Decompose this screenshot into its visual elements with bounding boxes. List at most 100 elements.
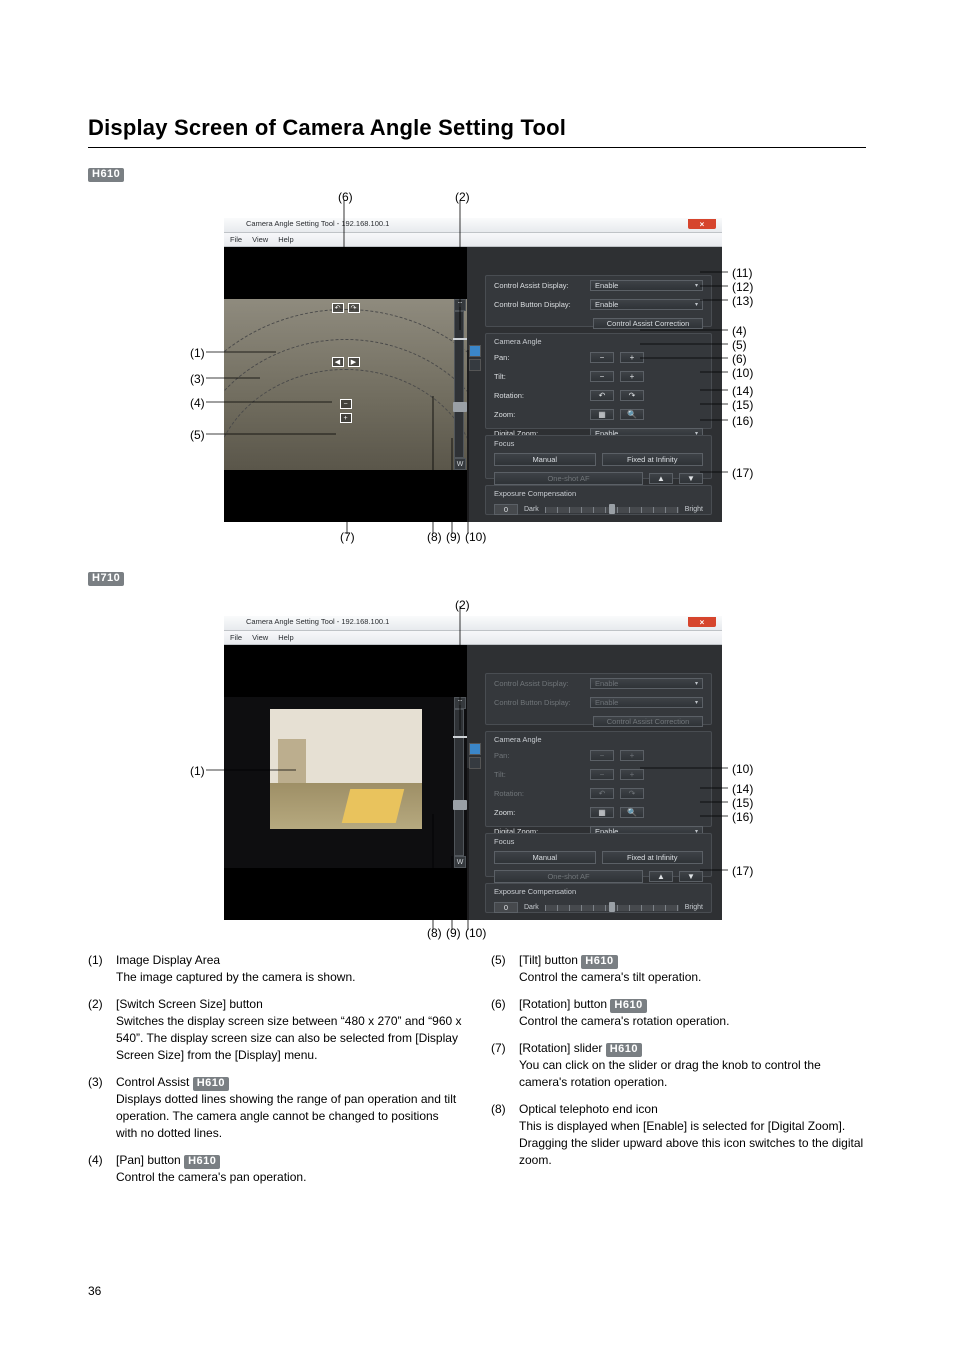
dropdown-control-button-display-h710: Enable▾ [590, 697, 703, 708]
callout-11-right: (11) [732, 266, 752, 280]
zoom-tele-button[interactable]: 🔍 [620, 409, 644, 420]
panel-focus-h710: Focus ManualFixed at Infinity One-shot A… [485, 833, 712, 877]
label-bright-h710: Bright [685, 904, 703, 911]
label-rotation: Rotation: [494, 391, 584, 400]
focus-near-button[interactable]: ▲ [649, 473, 673, 484]
tilt-minus-button[interactable]: − [590, 371, 614, 382]
focus-far-button[interactable]: ▼ [679, 473, 703, 484]
window-close-button-h710[interactable]: × [688, 617, 716, 627]
label-pan-h710: Pan: [494, 751, 584, 760]
tele-icon-h710: T [454, 697, 466, 709]
callout-10-h710: (10) [465, 926, 486, 940]
pan-minus-button-h710: − [590, 750, 614, 761]
menu-view-h710[interactable]: View [252, 633, 268, 642]
tilt-up-button[interactable]: + [340, 413, 352, 423]
wide-icon: W [454, 458, 466, 470]
rotation-left-button-panel[interactable]: ↶ [590, 390, 614, 401]
window-menubar: File View Help [224, 233, 722, 247]
button-one-shot-af[interactable]: One-shot AF [494, 472, 643, 485]
window-close-button[interactable]: × [688, 219, 716, 229]
menu-help[interactable]: Help [278, 235, 293, 244]
desc-item-6: (6)[Rotation] button H610 Control the ca… [491, 996, 866, 1030]
rotation-right-button-panel[interactable]: ↷ [620, 390, 644, 401]
callout-8-bottom: (8) [427, 530, 442, 544]
pan-hud-row: ◀ ▶ [224, 357, 467, 367]
panel-camera-angle: Camera Angle Pan:−+ Tilt:−+ Rotation:↶↷ … [485, 333, 712, 429]
exposure-comp-slider-h710[interactable] [545, 905, 679, 911]
dropdown-control-assist-display[interactable]: Enable▾ [590, 280, 703, 291]
page: Display Screen of Camera Angle Setting T… [0, 0, 954, 1350]
callout-4-left: (4) [190, 396, 205, 410]
zoom-slider-h710[interactable]: T W [454, 709, 464, 856]
button-focus-fixed-infinity[interactable]: Fixed at Infinity [602, 453, 704, 466]
rotation-right-button[interactable]: ↷ [348, 303, 360, 313]
desc-item-7: (7)[Rotation] slider H610 You can click … [491, 1040, 866, 1091]
button-one-shot-af-h710[interactable]: One-shot AF [494, 870, 643, 883]
callout-1-left: (1) [190, 346, 205, 360]
zoom-wide-button[interactable]: ▦ [590, 409, 614, 420]
pan-plus-button[interactable]: + [620, 352, 644, 363]
callout-9-bottom: (9) [446, 530, 461, 544]
pan-left-button[interactable]: ◀ [332, 357, 344, 367]
callout-10r-h710: (10) [732, 762, 753, 776]
callout-2-top: (2) [455, 190, 470, 204]
exposure-comp-value-h710: 0 [494, 902, 518, 913]
label-dark: Dark [524, 506, 539, 513]
menu-view[interactable]: View [252, 235, 268, 244]
side-mini-buttons-h710 [469, 743, 481, 769]
panel-exposure-compensation: Exposure Compensation 0 Dark Bright [485, 485, 712, 515]
pan-right-button[interactable]: ▶ [348, 357, 360, 367]
rotation-hud-row: ↶ ↷ [224, 303, 467, 313]
window-title-h710: Camera Angle Setting Tool - 192.168.100.… [246, 617, 389, 626]
zoom-slider[interactable]: T W [454, 311, 464, 458]
button-focus-manual[interactable]: Manual [494, 453, 596, 466]
wide-icon-h710: W [454, 856, 466, 868]
image-display-area[interactable]: ↶ ↷ ◀ ▶ − + T [224, 247, 467, 522]
button-control-assist-correction[interactable]: Control Assist Correction [593, 318, 703, 329]
button-focus-fixed-infinity-h710[interactable]: Fixed at Infinity [602, 851, 704, 864]
callout-10-right: (10) [732, 366, 753, 380]
menu-file[interactable]: File [230, 235, 242, 244]
image-display-area-h710[interactable]: T W [224, 645, 467, 920]
panel-exposure-compensation-h710: Exposure Compensation 0 Dark Bright [485, 883, 712, 913]
page-number: 36 [88, 1284, 101, 1298]
screenshot-h710: Camera Angle Setting Tool - 192.168.100.… [224, 616, 722, 918]
section-focus-title: Focus [486, 436, 711, 450]
exposure-comp-slider[interactable] [545, 507, 679, 513]
label-control-assist-display-h710: Control Assist Display: [494, 679, 584, 688]
rotation-left-button-h710: ↶ [590, 788, 614, 799]
desc-item-5: (5)[Tilt] button H610 Control the camera… [491, 952, 866, 986]
callout-14-right: (14) [732, 384, 753, 398]
label-tilt: Tilt: [494, 372, 584, 381]
focus-far-button-h710[interactable]: ▼ [679, 871, 703, 882]
section-exposure-comp-title: Exposure Compensation [486, 486, 711, 500]
menu-help-h710[interactable]: Help [278, 633, 293, 642]
dropdown-control-button-display[interactable]: Enable▾ [590, 299, 703, 310]
callout-16-right: (16) [732, 414, 753, 428]
tele-icon: T [454, 299, 466, 311]
window-titlebar-h710: Camera Angle Setting Tool - 192.168.100.… [224, 616, 722, 631]
pan-plus-button-h710: + [620, 750, 644, 761]
section-camera-angle-title: Camera Angle [486, 334, 711, 348]
zoom-slider-knob-h710[interactable] [453, 800, 467, 810]
zoom-wide-button-h710[interactable]: ▦ [590, 807, 614, 818]
desc-item-2: (2)[Switch Screen Size] button Switches … [88, 996, 463, 1064]
switch-screen-size-button-h710[interactable] [469, 743, 481, 755]
tilt-down-button[interactable]: − [340, 399, 352, 409]
side-mini-button-2-h710[interactable] [469, 757, 481, 769]
callout-17-right: (17) [732, 466, 753, 480]
zoom-tele-button-h710[interactable]: 🔍 [620, 807, 644, 818]
side-mini-button-2[interactable] [469, 359, 481, 371]
window-title: Camera Angle Setting Tool - 192.168.100.… [246, 219, 389, 228]
button-focus-manual-h710[interactable]: Manual [494, 851, 596, 864]
switch-screen-size-button[interactable] [469, 345, 481, 357]
description-columns: (1)Image Display Area The image captured… [88, 952, 866, 1196]
rotation-left-button[interactable]: ↶ [332, 303, 344, 313]
dropdown-control-assist-display-h710: Enable▾ [590, 678, 703, 689]
zoom-slider-knob[interactable] [453, 402, 467, 412]
tilt-plus-button[interactable]: + [620, 371, 644, 382]
desc-right-col: (5)[Tilt] button H610 Control the camera… [491, 952, 866, 1196]
pan-minus-button[interactable]: − [590, 352, 614, 363]
focus-near-button-h710[interactable]: ▲ [649, 871, 673, 882]
menu-file-h710[interactable]: File [230, 633, 242, 642]
